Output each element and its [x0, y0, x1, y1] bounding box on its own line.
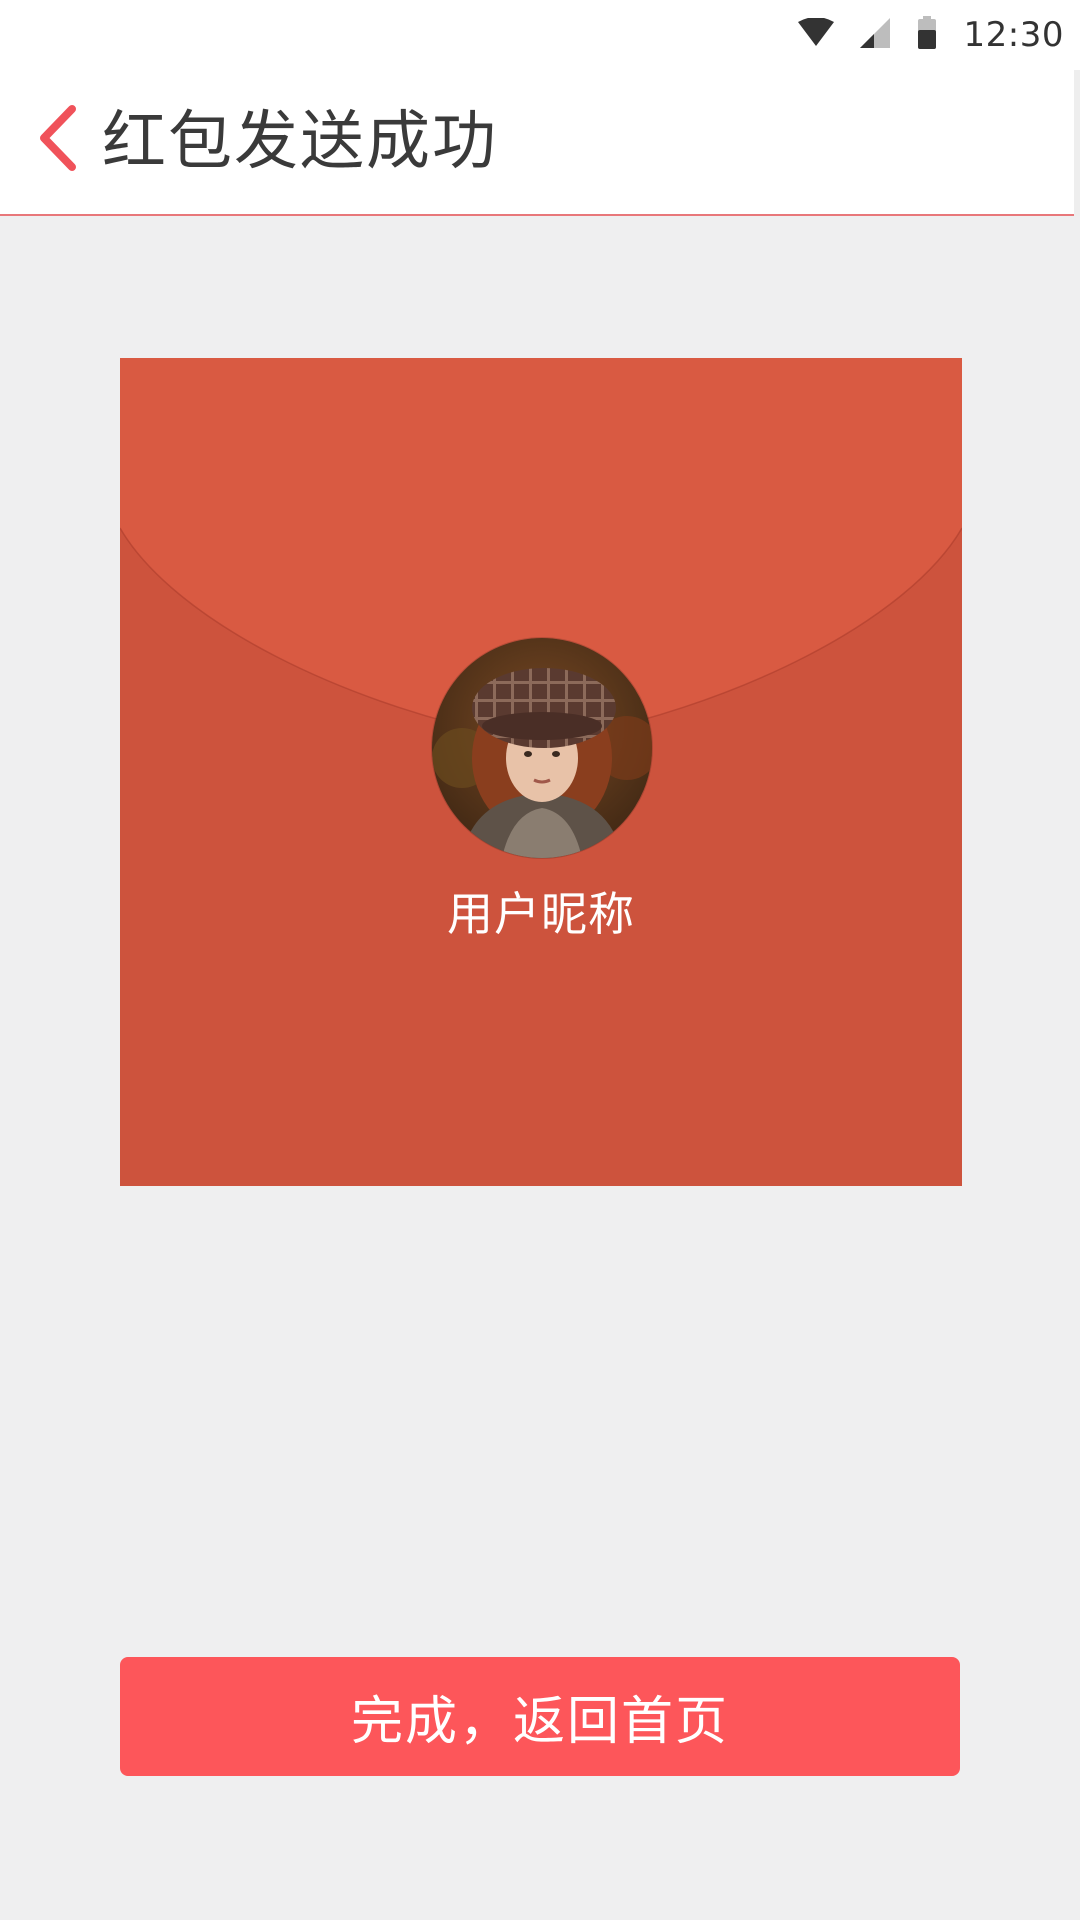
page-title: 红包发送成功	[102, 105, 498, 179]
chevron-left-icon	[34, 103, 80, 177]
header: 红包发送成功	[0, 70, 1080, 216]
status-icons: 12:30	[797, 0, 1064, 70]
screen: 12:30 红包发送成功 用户昵称 完成，返回首页	[0, 0, 1080, 1920]
cell-signal-icon	[859, 18, 890, 52]
header-edge	[1074, 70, 1080, 216]
wifi-icon	[797, 17, 834, 52]
user-nickname: 用户昵称	[447, 887, 635, 941]
back-button[interactable]	[22, 100, 92, 180]
user-avatar	[432, 638, 652, 858]
battery-icon	[916, 16, 938, 54]
status-time: 12:30	[963, 15, 1064, 55]
done-return-home-button[interactable]: 完成，返回首页	[120, 1657, 960, 1776]
red-envelope-card: 用户昵称	[120, 358, 962, 1186]
status-bar: 12:30	[0, 0, 1080, 70]
